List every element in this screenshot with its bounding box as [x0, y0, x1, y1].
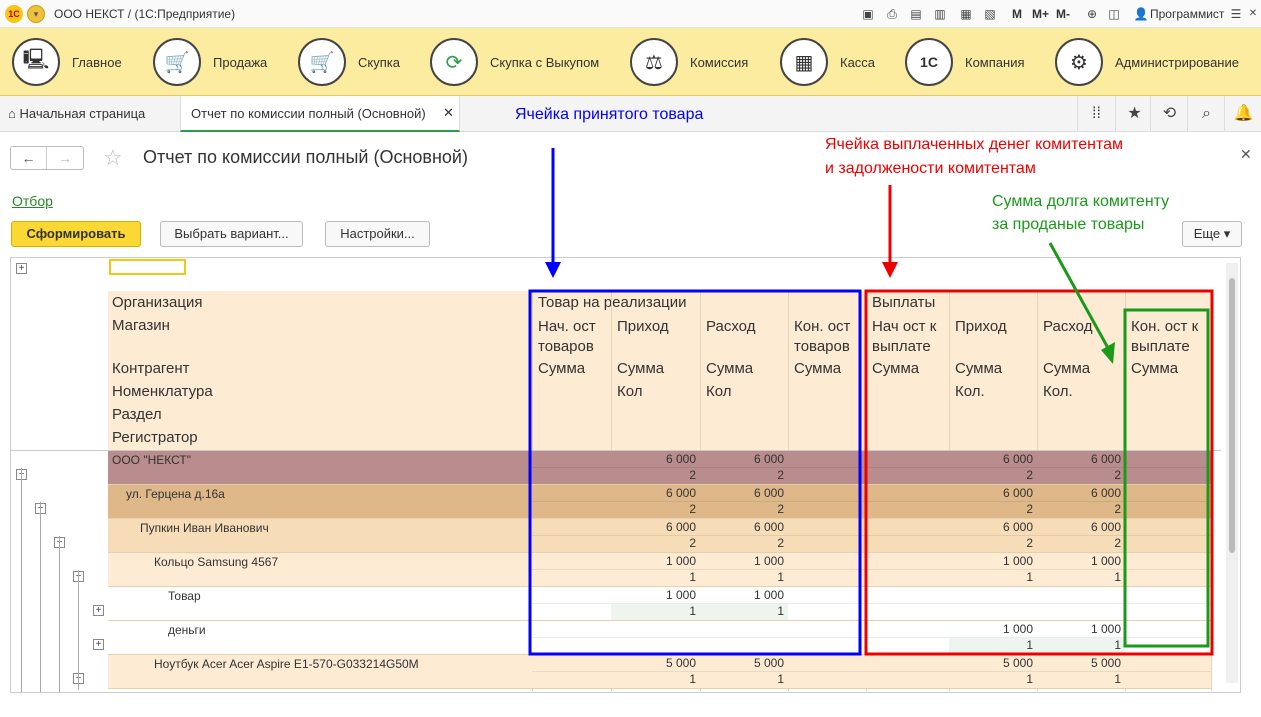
green-highlight-box — [1123, 308, 1210, 648]
annotation-overlay — [528, 148, 1214, 656]
blue-highlight-box — [528, 289, 862, 656]
red-highlight-box — [864, 289, 1214, 656]
green-arrow — [1048, 242, 1110, 349]
